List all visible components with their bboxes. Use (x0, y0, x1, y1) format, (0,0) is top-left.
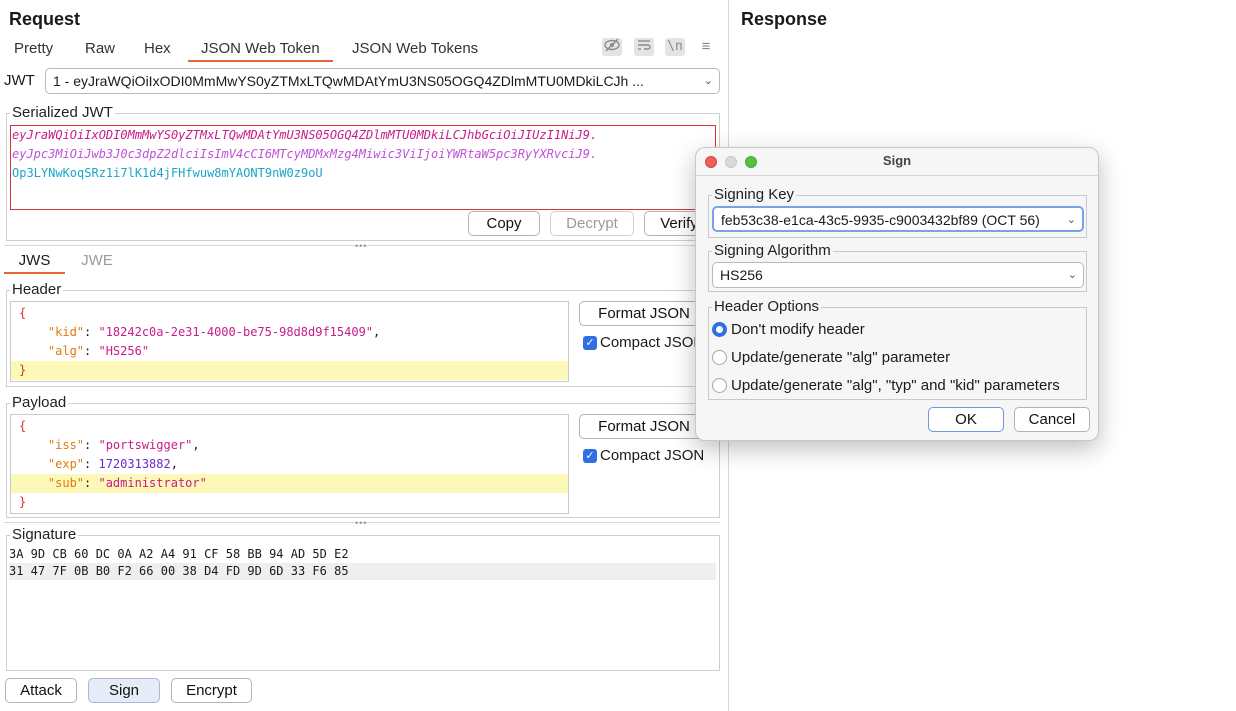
menu-icon[interactable]: ≡ (696, 38, 716, 56)
chevron-down-icon: ⌄ (1066, 214, 1076, 226)
splitter-grip-2: ••• (355, 518, 368, 528)
newline-icon[interactable]: \n (665, 38, 685, 56)
decrypt-button[interactable]: Decrypt (550, 211, 634, 236)
tab-jws[interactable]: JWS (4, 250, 65, 274)
header-format-json-button[interactable]: Format JSON (579, 301, 709, 326)
header-label: Header (10, 281, 64, 298)
dialog-title: Sign (882, 153, 912, 168)
encrypt-button[interactable]: Encrypt (171, 678, 252, 703)
tab-hex[interactable]: Hex (144, 40, 171, 62)
option-dont-modify-header-label: Don't modify header (731, 321, 865, 338)
request-title: Request (9, 9, 81, 29)
radio-dont-modify-header[interactable] (712, 322, 727, 337)
copy-button[interactable]: Copy (468, 211, 540, 236)
option-update-alg-typ-kid-label: Update/generate "alg", "typ" and "kid" p… (731, 377, 1060, 394)
hide-eye-icon[interactable] (602, 38, 622, 56)
response-title: Response (741, 9, 828, 29)
alg-key: "alg" (47, 344, 85, 358)
payload-label: Payload (10, 394, 69, 411)
sign-button[interactable]: Sign (88, 678, 160, 703)
tab-json-web-tokens[interactable]: JSON Web Tokens (352, 40, 478, 62)
brace-open: { (19, 419, 27, 433)
jwt-payload-part: eyJpc3MiOiJwb3J0c3dpZ2dlciIsImV4cCI6MTcy… (12, 147, 598, 161)
kid-key: "kid" (47, 325, 85, 339)
tab-jwe[interactable]: JWE (66, 250, 128, 274)
exp-value: 1720313882 (98, 457, 171, 471)
exp-key: "exp" (47, 457, 85, 471)
signing-algorithm-label: Signing Algorithm (712, 242, 833, 259)
tab-json-web-token[interactable]: JSON Web Token (188, 40, 333, 62)
signing-key-value: feb53c38-e1ca-43c5-9935-c9003432bf89 (OC… (721, 212, 1040, 228)
option-update-alg-label: Update/generate "alg" parameter (731, 349, 951, 366)
jwt-label: JWT (4, 72, 35, 89)
tab-raw[interactable]: Raw (85, 40, 115, 62)
jwt-select-value: 1 - eyJraWQiOiIxODI0MmMwYS0yZTMxLTQwMDAt… (53, 73, 644, 89)
wrap-lines-icon[interactable] (634, 38, 654, 56)
splitter-grip: ••• (355, 241, 368, 251)
payload-editor[interactable]: { "iss": "portswigger", "exp": 172031388… (10, 414, 569, 514)
sub-value: "administrator" (98, 476, 207, 490)
signing-key-label: Signing Key (712, 186, 797, 203)
serialized-jwt-editor[interactable]: eyJraWQiOiIxODI0MmMwYS0yZTMxLTQwMDAtYmU3… (10, 125, 716, 210)
header-compact-json-label: Compact JSON (600, 334, 696, 351)
header-compact-json-checkbox[interactable]: ✓ (583, 336, 597, 350)
attack-button[interactable]: Attack (5, 678, 77, 703)
iss-key: "iss" (47, 438, 85, 452)
header-editor[interactable]: { "kid": "18242c0a-2e31-4000-be75-98d8d9… (10, 301, 569, 382)
signature-label: Signature (10, 526, 79, 543)
signing-key-select[interactable]: feb53c38-e1ca-43c5-9935-c9003432bf89 (OC… (712, 206, 1084, 232)
payload-compact-json-label: Compact JSON (600, 447, 705, 464)
radio-update-alg-typ-kid[interactable] (712, 378, 727, 393)
sub-key: "sub" (47, 476, 85, 490)
tab-pretty[interactable]: Pretty (14, 40, 53, 62)
header-options-label: Header Options (712, 298, 822, 315)
signing-algorithm-value: HS256 (720, 267, 763, 283)
chevron-down-icon: ⌄ (1067, 269, 1077, 281)
payload-compact-json-checkbox[interactable]: ✓ (583, 449, 597, 463)
cancel-button[interactable]: Cancel (1014, 407, 1090, 432)
ok-button[interactable]: OK (928, 407, 1004, 432)
dialog-titlebar-divider (696, 175, 1098, 176)
jwt-signature-part: Op3LYNwKoqSRz1i7lK1d4jFHfwuw8mYAONT9nW0z… (12, 166, 323, 180)
radio-update-alg[interactable] (712, 350, 727, 365)
signature-hex-line-2: 31 47 7F 0B B0 F2 66 00 38 D4 FD 9D 6D 3… (9, 563, 716, 580)
tab-jwe-label: JWE (81, 252, 113, 269)
brace-close: } (19, 363, 27, 377)
signing-algorithm-select[interactable]: HS256 ⌄ (712, 262, 1084, 288)
jwt-header-part: eyJraWQiOiIxODI0MmMwYS0yZTMxLTQwMDAtYmU3… (12, 128, 598, 142)
kid-value: "18242c0a-2e31-4000-be75-98d8d9f15409" (98, 325, 374, 339)
iss-value: "portswigger" (98, 438, 193, 452)
jwt-select[interactable]: 1 - eyJraWQiOiIxODI0MmMwYS0yZTMxLTQwMDAt… (45, 68, 720, 94)
payload-format-json-button[interactable]: Format JSON (579, 414, 709, 439)
sign-dialog: Sign Signing Key feb53c38-e1ca-43c5-9935… (695, 147, 1099, 441)
alg-value: "HS256" (98, 344, 150, 358)
tab-jws-label: JWS (18, 252, 51, 269)
serialized-jwt-label: Serialized JWT (10, 104, 115, 121)
signature-hex-line-1: 3A 9D CB 60 DC 0A A2 A4 91 CF 58 BB 94 A… (9, 547, 349, 561)
brace-open: { (19, 306, 27, 320)
chevron-down-icon: ⌄ (703, 75, 713, 87)
brace-close: } (19, 495, 27, 509)
